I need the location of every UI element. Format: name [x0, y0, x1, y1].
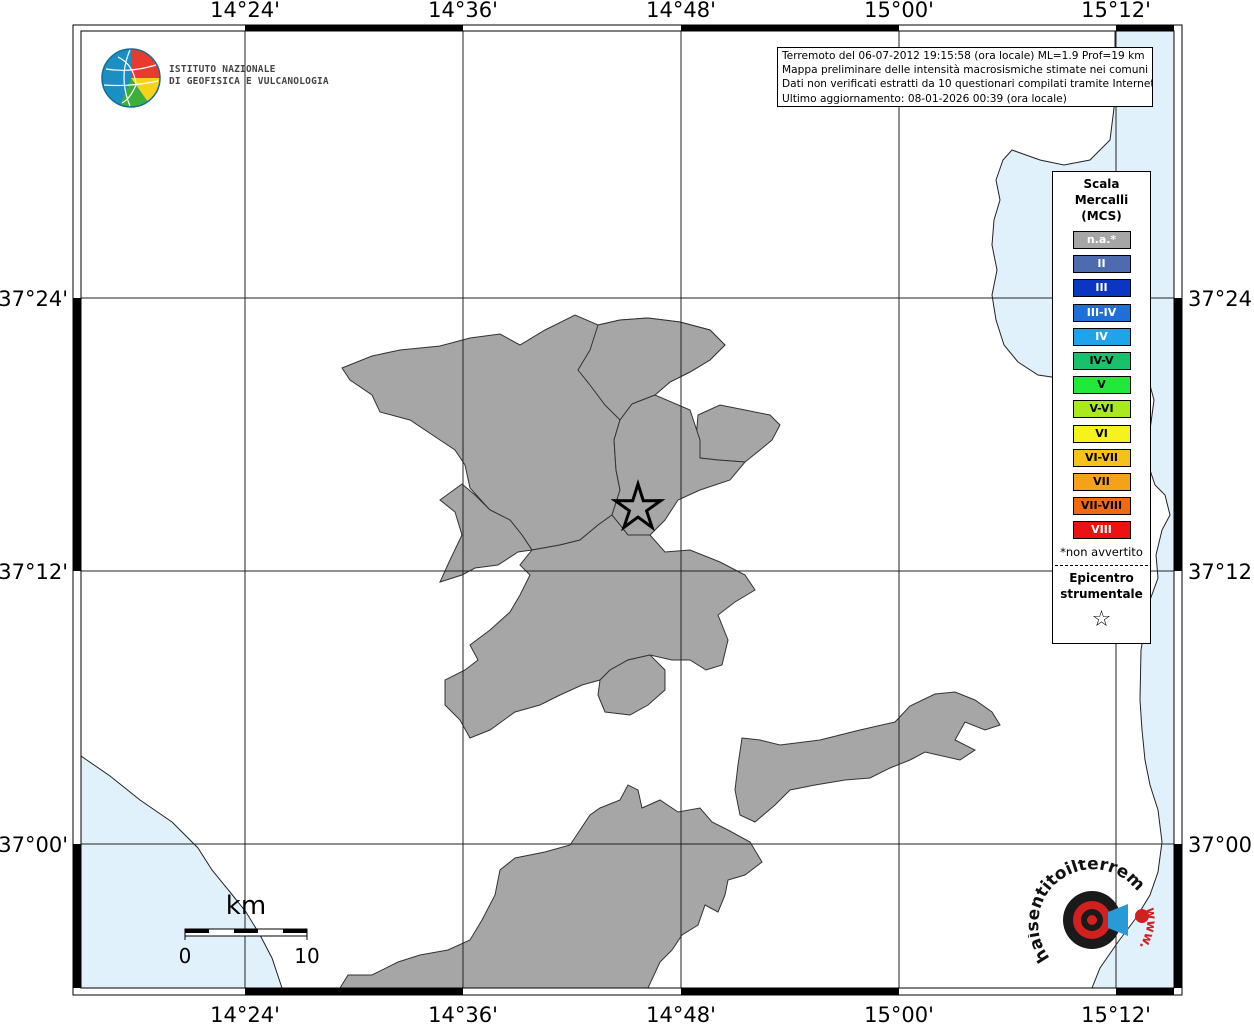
- municipalities: [339, 314, 1001, 989]
- legend-swatch: n.a.*: [1072, 231, 1131, 249]
- info-line-data: Dati non verificati estratti da 10 quest…: [782, 78, 1153, 91]
- info-line-updated: Ultimo aggiornamento: 08-01-2026 00:39 (…: [782, 92, 1067, 105]
- lon-tick-label: 14°24': [210, 1003, 280, 1024]
- lon-tick-label: 15°12': [1081, 0, 1151, 22]
- earthquake-info-box: Terremoto del 06-07-2012 19:15:58 (ora l…: [777, 47, 1153, 107]
- hai-sentito-il-terremoto-logo: haisentitoilterremoto.it www.: [1028, 860, 1158, 966]
- lat-tick-label: 37°24': [1188, 287, 1254, 311]
- scale-end-label: 10: [294, 944, 319, 968]
- epicenter-label-line: strumentale: [1060, 587, 1143, 602]
- municipality-far-south: [339, 784, 763, 989]
- info-dot-icon: [1135, 909, 1149, 923]
- legend-swatch: IV-V: [1072, 351, 1131, 370]
- lon-ticks-bottom: 14°24' 14°36' 14°48' 15°00' 15°12': [210, 1003, 1151, 1024]
- info-line-event: Terremoto del 06-07-2012 19:15:58 (ora l…: [782, 50, 1145, 62]
- ingv-line-2: DI GEOFISICA E VULCANOLOGIA: [169, 76, 329, 87]
- epicenter-legend-star-icon: ☆: [1091, 607, 1112, 633]
- legend-swatch: VI: [1072, 424, 1131, 443]
- municipality-east-small: [695, 404, 781, 463]
- lon-ticks-top: 14°24' 14°36' 14°48' 15°00' 15°12': [210, 0, 1151, 22]
- legend-swatch: V-VI: [1072, 400, 1131, 419]
- legend-separator: [1055, 565, 1148, 567]
- lat-tick-label: 37°12': [1188, 560, 1254, 584]
- legend-swatch: VI-VII: [1072, 448, 1131, 467]
- legend-swatch: VII-VIII: [1072, 497, 1131, 516]
- legend-title-line: Mercalli: [1074, 193, 1129, 207]
- legend-swatch: III-IV: [1072, 303, 1131, 322]
- legend-title-line: Scala: [1083, 177, 1120, 191]
- legend-title-line: (MCS): [1081, 209, 1122, 223]
- lat-tick-label: 37°24': [0, 287, 68, 311]
- legend-swatch: IV: [1072, 327, 1131, 346]
- scale-start-label: 0: [179, 944, 192, 968]
- legend-title: Scala Mercalli (MCS): [1053, 176, 1150, 224]
- legend-swatch: III: [1072, 279, 1131, 298]
- epicenter-label-line: Epicentro: [1069, 571, 1134, 586]
- lon-tick-label: 14°36': [428, 0, 498, 22]
- ingv-logo: ISTITUTO NAZIONALE DI GEOFISICA E VULCAN…: [100, 47, 329, 111]
- lat-ticks-left: 37°24' 37°12' 37°00': [0, 287, 68, 857]
- lat-ticks-right: 37°24' 37°12' 37°00': [1188, 287, 1254, 857]
- lat-tick-label: 37°00': [1188, 833, 1254, 857]
- lat-tick-label: 37°00': [0, 833, 68, 857]
- legend-swatch: V: [1072, 376, 1131, 395]
- legend-swatch: VIII: [1072, 521, 1131, 540]
- lat-tick-label: 37°12': [0, 560, 68, 584]
- scale-unit: km: [226, 891, 266, 921]
- lon-tick-label: 14°48': [646, 1003, 716, 1024]
- legend-items: n.a.* II III III-IV IV IV-V V V-VI VI VI-VII VII VI…: [1053, 231, 1150, 540]
- lon-tick-label: 14°24': [210, 0, 280, 22]
- municipality-south-east: [734, 691, 1001, 823]
- lon-tick-label: 15°12': [1081, 1003, 1151, 1024]
- legend-swatch: VII: [1072, 472, 1131, 491]
- lon-tick-label: 14°36': [428, 1003, 498, 1024]
- ingv-line-1: ISTITUTO NAZIONALE: [169, 64, 276, 75]
- globe-icon: [101, 48, 161, 108]
- legend-swatch: II: [1072, 255, 1131, 274]
- lon-tick-label: 15°00': [864, 1003, 934, 1024]
- lon-tick-label: 14°48': [646, 0, 716, 22]
- lon-tick-label: 15°00': [864, 0, 934, 22]
- mcs-legend: Scala Mercalli (MCS) n.a.* II III III-IV IV I…: [1052, 171, 1151, 644]
- info-line-map: Mappa preliminare delle intensità macros…: [782, 64, 1149, 77]
- legend-note: *non avvertito: [1060, 545, 1143, 560]
